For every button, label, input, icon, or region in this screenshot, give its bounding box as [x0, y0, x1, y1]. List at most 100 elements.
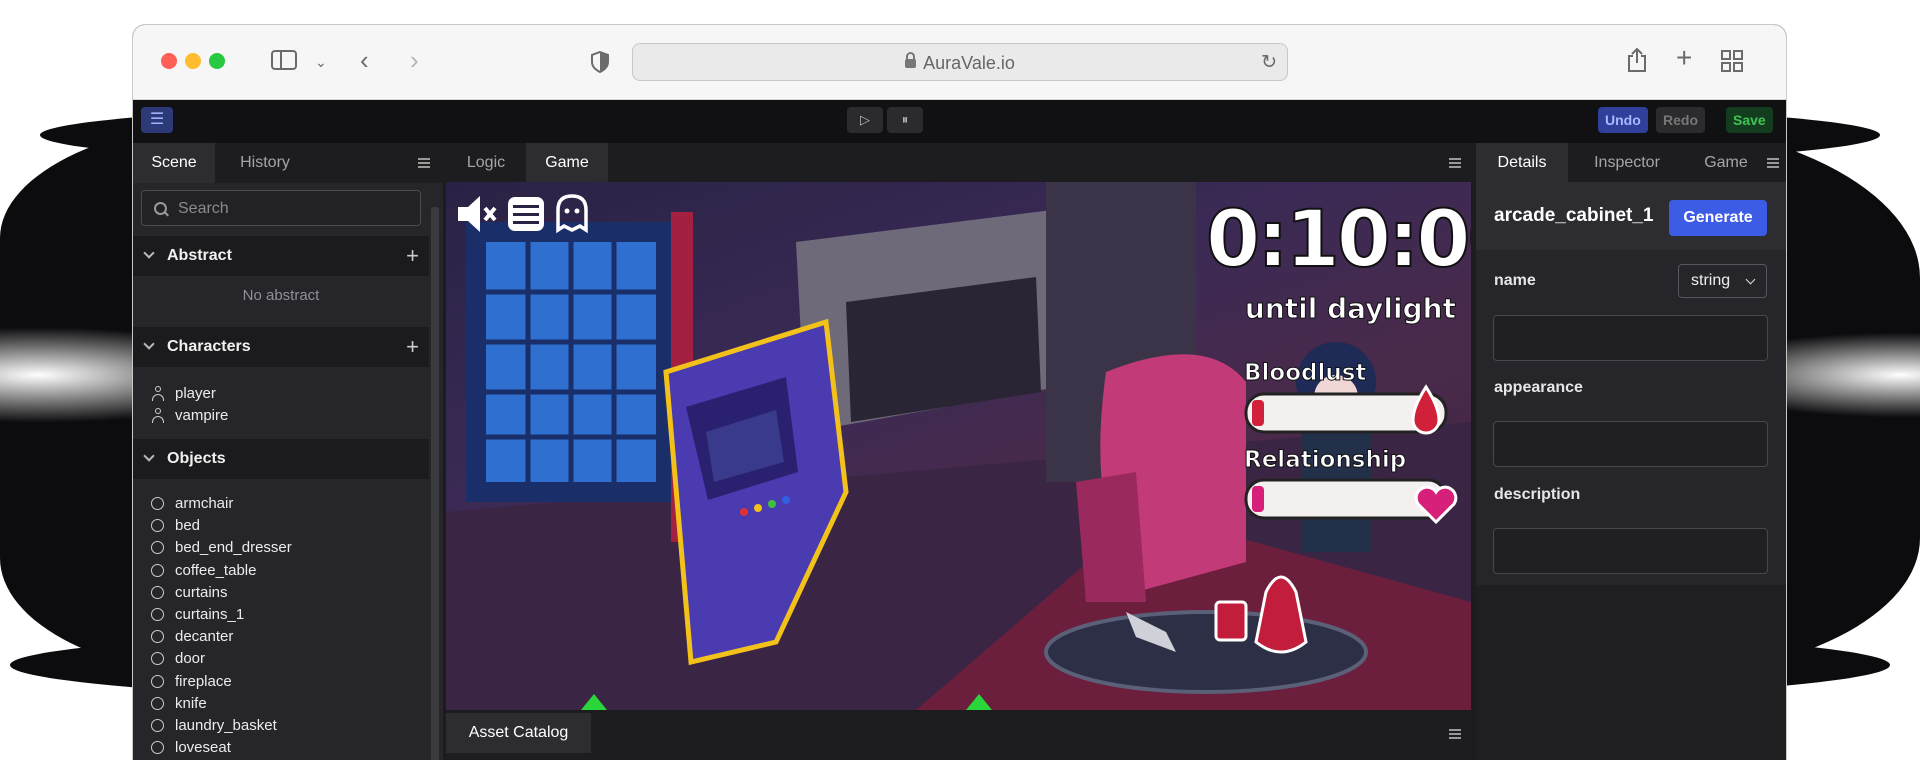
search-icon — [154, 202, 167, 215]
hamburger-menu-button[interactable]: ☰ — [141, 107, 173, 133]
undo-button[interactable]: Undo — [1598, 107, 1648, 133]
relationship-fill — [1252, 486, 1264, 512]
bloodlust-meter — [1244, 384, 1448, 435]
object-label: bed — [175, 517, 201, 535]
circle-icon — [151, 608, 164, 621]
bloodlust-label: Bloodlust — [1243, 360, 1367, 387]
lock-icon — [905, 52, 917, 68]
section-title: Abstract — [167, 247, 232, 264]
circle-icon — [151, 497, 164, 510]
circle-icon — [151, 674, 164, 688]
appearance-field[interactable] — [1493, 421, 1768, 467]
character-label: vampire — [175, 407, 229, 424]
object-label: door — [175, 650, 206, 668]
section-abstract-header[interactable]: Abstract + — [133, 236, 429, 276]
shield-icon[interactable] — [590, 50, 610, 77]
object-label: laundry_basket — [175, 717, 277, 734]
browser-chrome: ⌄ ‹ › AuraVale.io ↻ + — [133, 25, 1786, 100]
circle-icon — [151, 563, 164, 577]
tab-asset-catalog[interactable]: Asset Catalog — [446, 713, 591, 753]
circle-icon — [151, 585, 164, 599]
object-label: bed_end_dresser — [175, 539, 292, 557]
name-field[interactable] — [1493, 315, 1768, 361]
center-tabs: Logic Game — [446, 143, 1471, 183]
tab-scene[interactable]: Scene — [133, 143, 215, 183]
section-title: Characters — [167, 338, 251, 355]
new-tab-icon[interactable]: + — [1676, 44, 1692, 72]
search-input[interactable] — [176, 198, 410, 220]
pause-button[interactable]: ⏸ — [887, 107, 923, 133]
circle-icon — [151, 696, 164, 710]
countdown-timer: 0:10:00 — [1205, 195, 1471, 285]
details-empty-area — [1476, 585, 1786, 760]
save-button[interactable]: Save — [1726, 107, 1773, 133]
chevron-down-icon — [143, 450, 155, 462]
left-panel-scrollbar[interactable] — [431, 207, 439, 760]
forward-icon[interactable]: › — [410, 47, 419, 73]
reload-icon[interactable]: ↻ — [1261, 52, 1277, 74]
left-tabs: Scene History — [133, 143, 443, 183]
field-label-description: description — [1494, 486, 1581, 503]
tab-logic[interactable]: Logic — [446, 143, 526, 183]
tab-details[interactable]: Details — [1476, 143, 1568, 183]
chevron-down-icon — [143, 247, 155, 259]
object-label: fireplace — [175, 672, 232, 690]
play-button[interactable]: ▷ — [847, 107, 883, 133]
relationship-label: Relationship — [1243, 447, 1407, 474]
add-abstract-icon[interactable]: + — [406, 236, 419, 276]
redo-button[interactable]: Redo — [1656, 107, 1705, 133]
panel-menu-icon[interactable] — [1449, 729, 1461, 739]
character-label: player — [175, 385, 216, 402]
section-characters-header[interactable]: Characters + — [133, 327, 429, 367]
person-icon — [152, 408, 164, 424]
glass — [1214, 600, 1248, 642]
object-label: curtains — [175, 583, 228, 601]
chevron-down-icon — [143, 338, 155, 350]
add-character-icon[interactable]: + — [406, 327, 419, 367]
right-tabs: Details Inspector Game — [1476, 143, 1786, 183]
close-window-button[interactable] — [161, 53, 177, 69]
field-label-name: name — [1494, 272, 1536, 289]
object-label: curtains_1 — [175, 606, 245, 623]
panel-menu-icon[interactable] — [1449, 158, 1461, 168]
object-label: knife — [175, 694, 207, 712]
journal-icon[interactable] — [508, 197, 544, 231]
relationship-meter — [1244, 478, 1458, 525]
bloodlust-fill — [1252, 400, 1264, 426]
section-objects-header[interactable]: Objects — [133, 439, 429, 479]
tab-history[interactable]: History — [215, 143, 315, 183]
coffee-table — [1044, 610, 1368, 694]
tab-game-settings[interactable]: Game — [1686, 143, 1766, 183]
object-label: decanter — [175, 628, 234, 646]
section-title: Objects — [167, 450, 226, 467]
panel-menu-icon[interactable] — [418, 158, 430, 168]
circle-icon — [151, 719, 164, 732]
person-icon — [152, 386, 164, 402]
field-label-appearance: appearance — [1494, 379, 1583, 396]
tab-overview-icon[interactable] — [1721, 50, 1743, 76]
description-field[interactable] — [1493, 528, 1768, 574]
empty-abstract-text: No abstract — [242, 287, 320, 304]
sidebar-toggle-icon[interactable] — [271, 50, 297, 70]
address-bar[interactable]: AuraVale.io ↻ — [632, 43, 1288, 81]
asset-catalog-bar: Asset Catalog — [446, 713, 1471, 760]
url-text: AuraVale.io — [923, 53, 1015, 73]
tab-inspector[interactable]: Inspector — [1568, 143, 1686, 183]
share-icon[interactable] — [1627, 47, 1647, 77]
type-select[interactable]: string — [1678, 264, 1767, 298]
object-name: arcade_cabinet_1 — [1494, 205, 1654, 226]
search-box — [141, 190, 421, 226]
minimize-window-button[interactable] — [185, 53, 201, 69]
object-label: coffee_table — [175, 561, 257, 579]
chevron-down-icon[interactable]: ⌄ — [315, 51, 327, 73]
game-viewport[interactable]: 0:10:00 until daylight Bloodlust Relatio… — [446, 182, 1471, 710]
timer-caption: until daylight — [1244, 292, 1456, 326]
maximize-window-button[interactable] — [209, 53, 225, 69]
generate-button[interactable]: Generate — [1669, 200, 1767, 236]
object-label: armchair — [175, 495, 234, 512]
browser-window: ⌄ ‹ › AuraVale.io ↻ + ☰ ▷ ⏸ Undo Redo Sa… — [133, 25, 1786, 760]
back-icon[interactable]: ‹ — [360, 47, 369, 73]
panel-menu-icon[interactable] — [1767, 158, 1779, 168]
tab-game[interactable]: Game — [526, 143, 608, 183]
object-label: loveseat — [175, 739, 231, 757]
